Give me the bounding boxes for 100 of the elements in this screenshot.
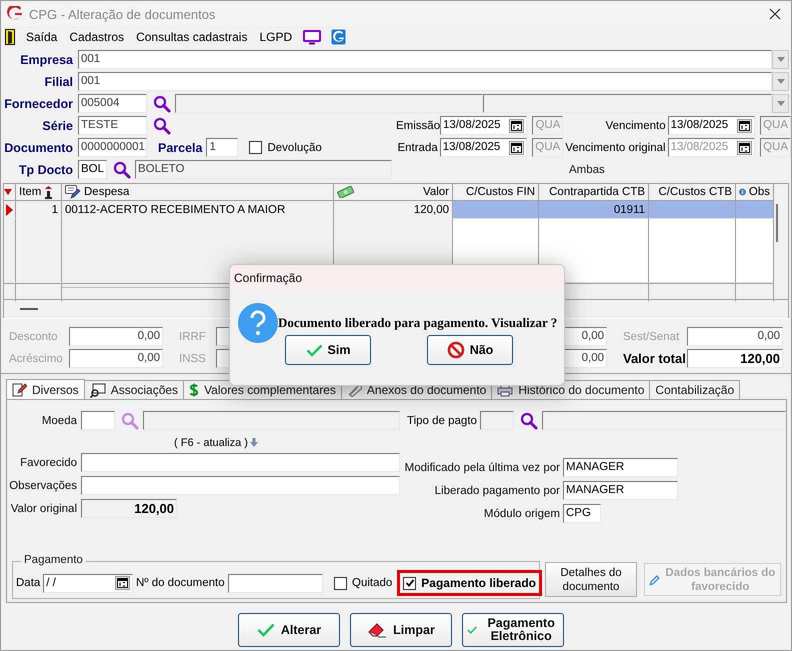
field-label: Série — [41, 118, 73, 132]
sort-order-icon[interactable] — [44, 186, 54, 198]
action-button[interactable]: Pagamento Eletrônico — [462, 613, 564, 647]
checkbox[interactable] — [334, 576, 348, 590]
amount-field[interactable]: 0,00 — [69, 327, 163, 346]
dropdown-button[interactable] — [772, 50, 789, 69]
weekday-field: QUA — [532, 116, 564, 135]
calendar-icon — [739, 142, 750, 152]
calendar-button[interactable] — [737, 118, 752, 132]
field-label: Entrada — [396, 142, 438, 154]
field-label: Vencimento — [604, 120, 666, 132]
column-header[interactable]: Contrapartida CTB — [539, 184, 649, 201]
series-field[interactable]: TESTE — [78, 116, 147, 135]
table-cell[interactable]: 01911 — [539, 201, 649, 219]
date-field[interactable]: 13/08/2025 — [668, 116, 756, 135]
doc-type-field[interactable]: BOL — [78, 160, 107, 179]
document-field[interactable]: 0000000001 — [78, 138, 147, 157]
menu-item[interactable]: LGPD — [258, 30, 294, 44]
hint-text: ( F6 - atualiza ) — [174, 436, 248, 448]
amount-field[interactable]: 0,00 — [687, 327, 783, 346]
weekday-field: QUA — [760, 138, 792, 157]
field-label: Emissão — [396, 120, 438, 132]
pencil-icon — [12, 382, 27, 397]
table-cell[interactable] — [453, 201, 539, 219]
currency-field[interactable] — [81, 411, 115, 430]
check-icon — [306, 344, 323, 356]
search-icon[interactable] — [153, 116, 171, 134]
search-icon[interactable] — [520, 412, 538, 430]
scrollbar[interactable] — [776, 204, 778, 242]
tab[interactable]: Diversos — [6, 379, 85, 399]
date-field[interactable]: 13/08/2025 — [440, 138, 528, 157]
doc-type-description-field: BOLETO — [135, 160, 392, 179]
document-search-icon — [90, 382, 106, 398]
amount-field[interactable]: 120,00 — [687, 349, 783, 368]
menu-item[interactable]: Cadastros — [68, 30, 126, 44]
date-field[interactable]: / / — [43, 574, 133, 592]
menu-item[interactable]: Consultas cadastrais — [135, 30, 248, 44]
column-header[interactable]: C/Custos FIN — [453, 184, 539, 201]
checkbox[interactable] — [249, 141, 262, 154]
table-header[interactable] — [4, 184, 16, 201]
calendar-button[interactable] — [509, 140, 524, 154]
action-button[interactable]: Limpar — [350, 613, 452, 647]
app-logo-icon[interactable] — [331, 29, 346, 45]
table-cell[interactable] — [649, 219, 736, 283]
installment-field[interactable]: 1 — [206, 138, 238, 157]
monitor-icon[interactable] — [303, 30, 322, 44]
weekday-field: QUA — [760, 116, 791, 135]
date-field[interactable]: 13/08/2025 — [440, 116, 528, 135]
search-icon[interactable] — [113, 160, 131, 178]
table-cell[interactable] — [736, 219, 774, 283]
column-header[interactable]: Valor — [334, 184, 453, 201]
action-button[interactable]: Alterar — [238, 613, 340, 647]
dialog-button[interactable]: Sim — [285, 335, 371, 365]
field-label: INSS — [179, 352, 207, 364]
dash-icon[interactable] — [20, 308, 38, 310]
weekday-field: QUA — [532, 138, 564, 157]
field-label: Data — [16, 577, 40, 589]
sort-icon[interactable] — [4, 189, 12, 195]
payment-type-field[interactable] — [480, 411, 514, 430]
door-icon[interactable] — [5, 29, 15, 45]
field-label: Acréscimo — [9, 352, 64, 364]
supplier-code-field[interactable]: 005004 — [78, 94, 147, 113]
calendar-icon — [117, 578, 128, 588]
payee-field[interactable] — [81, 453, 400, 472]
field-label: Documento — [3, 140, 73, 154]
app-logo-icon — [7, 6, 23, 22]
dropdown-button[interactable] — [772, 72, 789, 91]
dropdown-button[interactable] — [772, 94, 789, 113]
calendar-icon — [511, 142, 522, 152]
tab[interactable]: Associações — [84, 380, 184, 399]
field-label: Observações — [8, 480, 77, 492]
column-header[interactable]: Despesa — [62, 184, 334, 201]
document-details-button[interactable]: Detalhes do documento — [545, 562, 637, 597]
branch-field[interactable]: 001 — [78, 72, 772, 91]
table-cell[interactable]: 00112-ACERTO RECEBIMENTO A MAIOR — [62, 201, 334, 219]
search-icon[interactable] — [153, 94, 171, 112]
field-label: Empresa — [19, 52, 73, 66]
checkbox[interactable] — [403, 576, 416, 590]
table-cell[interactable] — [539, 219, 649, 283]
tab[interactable]: Contabilização — [649, 380, 740, 399]
dialog-button[interactable]: Não — [427, 335, 513, 365]
calendar-button[interactable] — [115, 576, 130, 590]
notes-field[interactable] — [81, 476, 400, 495]
caret-icon — [776, 101, 784, 106]
company-field[interactable]: 001 — [78, 50, 772, 69]
field-label: Modificado pela última vez por — [404, 462, 560, 474]
column-header[interactable]: Item — [16, 184, 62, 201]
menu-item[interactable]: Saída — [25, 30, 58, 44]
caret-icon — [776, 57, 784, 62]
down-arrow-icon — [250, 438, 258, 447]
column-header[interactable]: C/Custos CTB — [649, 184, 736, 201]
table-cell[interactable] — [736, 201, 774, 219]
paperclip-icon — [346, 384, 362, 396]
column-header[interactable]: Obs — [736, 184, 774, 201]
amount-field[interactable]: 0,00 — [69, 349, 163, 368]
table-cell[interactable] — [649, 201, 736, 219]
calendar-button[interactable] — [509, 118, 524, 132]
field-label: Tipo de pagto — [407, 414, 477, 426]
checkbox-label: Quitado — [352, 577, 392, 589]
document-number-field[interactable] — [228, 574, 324, 592]
